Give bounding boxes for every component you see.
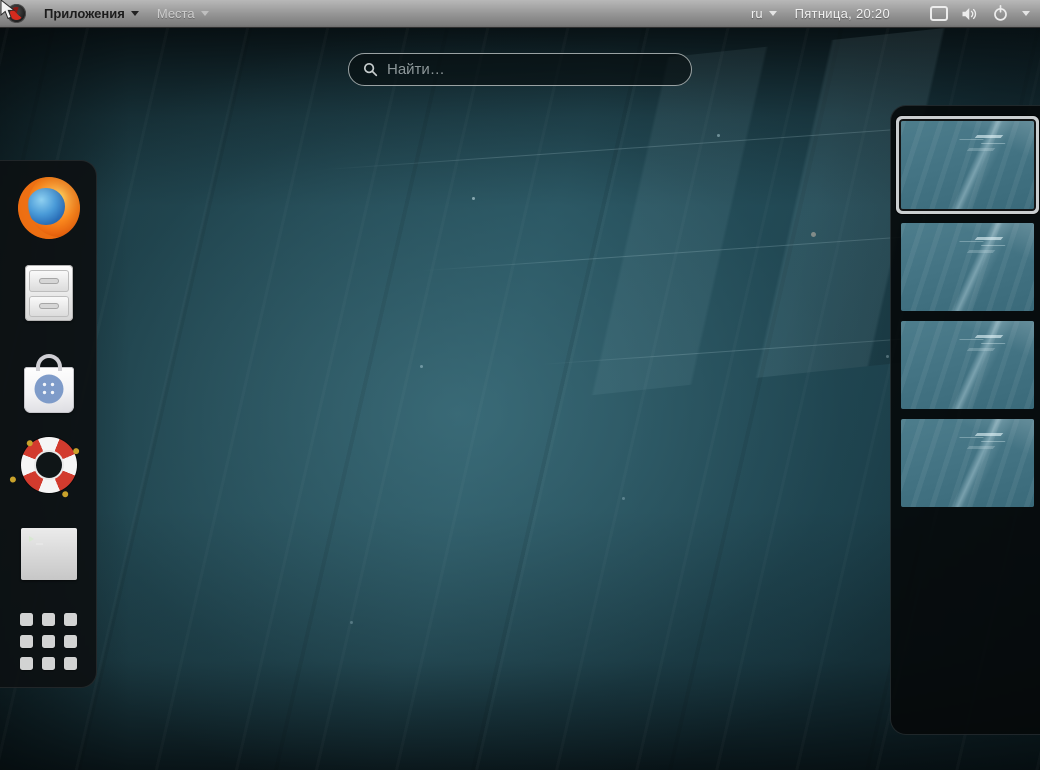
system-status-area[interactable]: [930, 5, 1030, 22]
dash-item-files[interactable]: [0, 265, 97, 321]
applications-menu[interactable]: Приложения: [44, 0, 139, 27]
mouse-cursor: [0, 0, 16, 20]
chevron-down-icon: [200, 11, 209, 16]
dash-item-terminal[interactable]: [0, 528, 97, 580]
keyboard-layout-indicator[interactable]: ru: [751, 6, 777, 21]
help-lifebuoy-icon: [12, 428, 85, 502]
places-menu[interactable]: Места: [157, 0, 209, 27]
power-icon: [994, 5, 1007, 21]
workspace-thumbnail-3[interactable]: [901, 321, 1034, 409]
keyboard-layout-label: ru: [751, 6, 763, 21]
drawer: [28, 270, 69, 292]
chevron-down-icon: [1022, 11, 1030, 16]
search-icon: [363, 62, 378, 77]
software-icon: [23, 354, 74, 413]
wallpaper-dots: [472, 197, 475, 200]
dash-item-show-applications[interactable]: [0, 613, 97, 670]
top-bar-right: ru Пятница, 20:20: [751, 5, 1040, 22]
volume-icon: [962, 7, 977, 20]
bag-handle: [35, 354, 62, 371]
places-menu-label: Места: [156, 6, 195, 21]
app-grid-badge: [34, 374, 63, 404]
search-input[interactable]: Найти…: [348, 53, 692, 86]
chevron-down-icon: [130, 11, 139, 16]
dash-item-help[interactable]: [0, 428, 97, 502]
workspace-thumbnail-4[interactable]: [901, 419, 1034, 507]
workspace-thumbnail-1[interactable]: [901, 121, 1034, 209]
show-applications-icon: [20, 613, 77, 670]
wallpaper: [0, 27, 1040, 770]
chevron-down-icon: [768, 11, 777, 16]
gnome-activities-overview: Приложения Места ru Пятница, 20:20 Найти…: [0, 0, 1040, 770]
top-bar: Приложения Места ru Пятница, 20:20: [0, 0, 1040, 28]
dash-item-firefox[interactable]: [0, 177, 97, 239]
files-icon: [24, 265, 73, 321]
search-placeholder: Найти…: [387, 61, 445, 78]
workspace-thumbnail-2[interactable]: [901, 223, 1034, 311]
workspace-selector: [890, 105, 1040, 735]
dash-item-software[interactable]: [0, 353, 97, 413]
firefox-icon: [17, 177, 80, 239]
clock[interactable]: Пятница, 20:20: [795, 6, 890, 21]
terminal-icon: [20, 528, 77, 580]
applications-menu-label: Приложения: [44, 6, 125, 21]
dash: [0, 160, 97, 688]
screen-icon: [930, 6, 948, 21]
drawer: [28, 295, 69, 317]
top-bar-left: Приложения Места: [0, 0, 209, 27]
